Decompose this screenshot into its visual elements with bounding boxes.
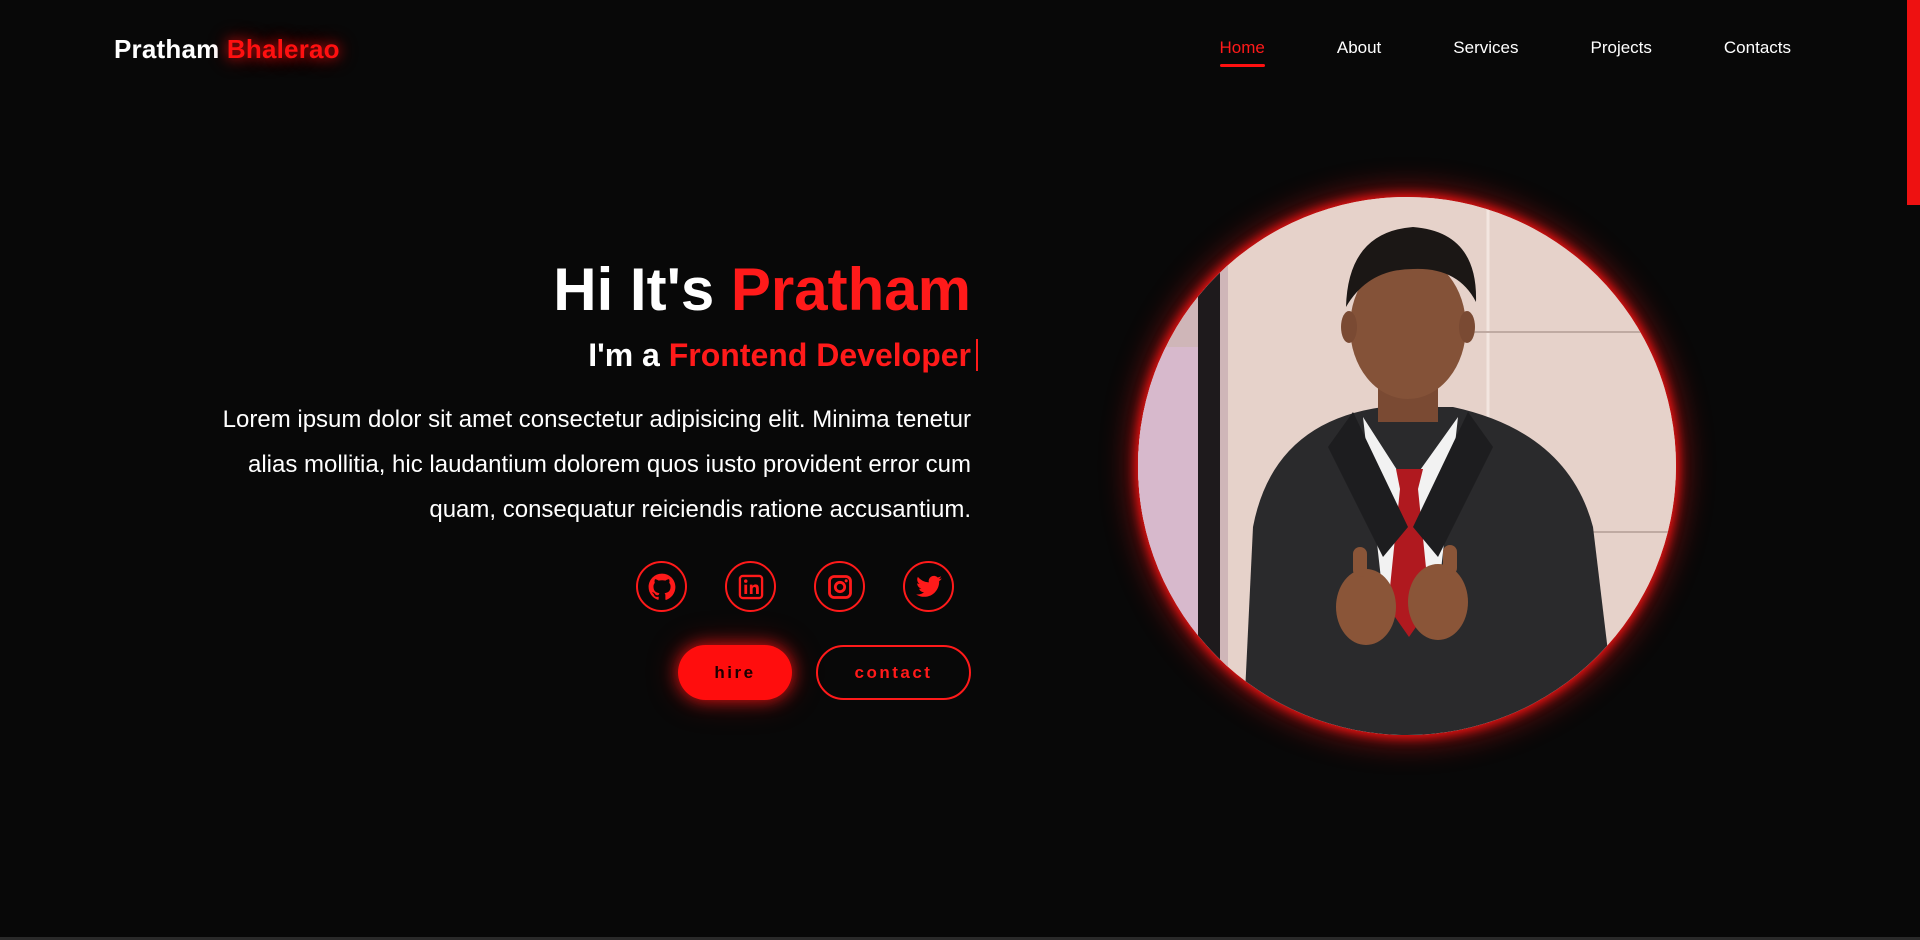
page: Pratham Bhalerao Home About Services Pro… <box>0 0 1920 940</box>
profile-photo <box>1138 197 1676 735</box>
hire-button[interactable]: hire <box>678 645 792 700</box>
linkedin-icon <box>738 574 763 599</box>
typing-cursor <box>976 339 978 371</box>
twitter-icon <box>915 575 942 597</box>
scroll-progress-bar[interactable] <box>1907 0 1920 205</box>
nav-about[interactable]: About <box>1337 38 1381 58</box>
greeting-name: Pratham <box>730 256 971 323</box>
role-prefix: I'm a <box>588 337 660 373</box>
hero-greeting: Hi It's Pratham <box>211 255 971 325</box>
nav-home[interactable]: Home <box>1219 38 1266 67</box>
hero-text: Hi It's Pratham I'm a Frontend Developer… <box>211 255 978 556</box>
logo-last-name: Bhalerao <box>226 34 340 64</box>
site-header: Pratham Bhalerao Home About Services Pro… <box>0 0 1920 100</box>
hero-role: I'm a Frontend Developer <box>211 335 978 375</box>
github-link[interactable] <box>636 561 687 612</box>
profile-portrait-graphic <box>1138 197 1676 735</box>
nav-contacts[interactable]: Contacts <box>1724 38 1791 58</box>
logo-first-name: Pratham <box>114 34 220 64</box>
instagram-icon <box>827 574 852 599</box>
role-title: Frontend Developer <box>668 337 971 373</box>
instagram-link[interactable] <box>814 561 865 612</box>
twitter-link[interactable] <box>903 561 954 612</box>
nav-projects[interactable]: Projects <box>1590 38 1651 58</box>
main-nav: Home About Services Projects Contacts <box>1148 38 1791 67</box>
contact-button[interactable]: contact <box>816 645 971 700</box>
hero-intro: Lorem ipsum dolor sit amet consectetur a… <box>222 406 971 523</box>
linkedin-link[interactable] <box>725 561 776 612</box>
nav-services[interactable]: Services <box>1453 38 1518 58</box>
social-links <box>636 561 992 612</box>
greeting-prefix: Hi It's <box>553 256 715 323</box>
site-logo[interactable]: Pratham Bhalerao <box>114 34 340 65</box>
github-icon <box>648 573 675 600</box>
